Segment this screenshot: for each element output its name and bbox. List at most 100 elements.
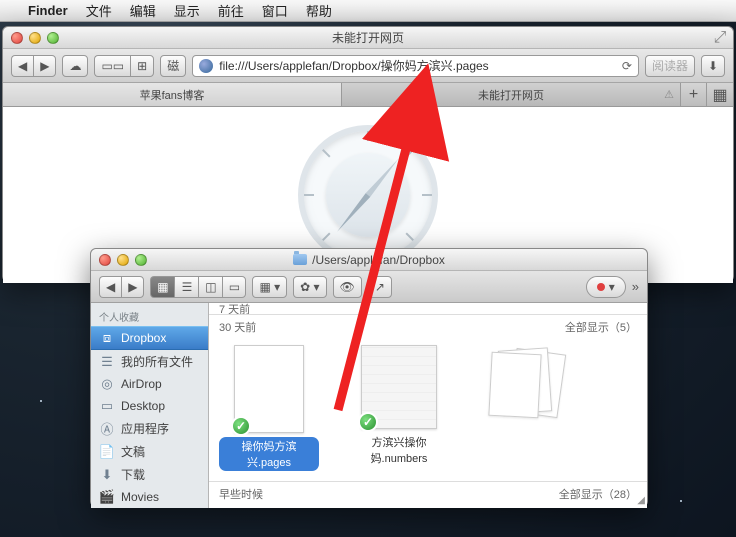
sidebar-item-movies[interactable]: 🎬 Movies [91, 486, 208, 508]
tag-button[interactable]: ▾ [586, 276, 625, 298]
sidebar-item-desktop[interactable]: ▭ Desktop [91, 395, 208, 417]
sidebar-item-label: 我的所有文件 [121, 353, 193, 370]
url-text: file:///Users/applefan/Dropbox/操你妈方滨兴.pa… [219, 57, 488, 74]
sidebar-item-label: Dropbox [121, 331, 166, 345]
section-label: 早些时候 [219, 486, 263, 502]
safari-toolbar: ◀ ▶ ☁ ▭▭ ⊞ 磁 file:///Users/applefan/Drop… [3, 49, 733, 83]
stack-icon [486, 345, 562, 429]
movies-icon: 🎬 [99, 489, 115, 505]
tab-label: 未能打开网页 [478, 87, 544, 103]
tab-2[interactable]: 未能打开网页 ⚠ [342, 83, 681, 106]
desktop-icon: ▭ [99, 398, 115, 414]
back-button[interactable]: ◀ [11, 55, 33, 77]
toolbar-overflow-icon[interactable]: » [632, 279, 639, 294]
sidebar-item-documents[interactable]: 📄 文稿 [91, 440, 208, 463]
file-pane[interactable]: 7 天前 30 天前 全部显示（5） ✓ 操你妈方滨兴.pages [209, 303, 647, 508]
finder-window-title: /Users/applefan/Dropbox [99, 253, 639, 267]
folder-icon [293, 254, 307, 265]
finder-sidebar: 个人收藏 ⧈ Dropbox ☰ 我的所有文件 ◎ AirDrop ▭ Desk… [91, 303, 209, 508]
sidebar-item-label: Movies [121, 490, 159, 504]
synced-badge-icon: ✓ [358, 412, 378, 432]
zoom-button[interactable] [47, 32, 59, 44]
reader-button[interactable]: 阅读器 [645, 55, 695, 77]
tab-bar: 苹果fans博客 未能打开网页 ⚠ + ▦ [3, 83, 733, 107]
finder-toolbar: ◀ ▶ ▦ ☰ ◫ ▭ ▦ ▾ ✿ ▾ 👁 ↗ ▾ » [91, 271, 647, 303]
finder-body: 个人收藏 ⧈ Dropbox ☰ 我的所有文件 ◎ AirDrop ▭ Desk… [91, 303, 647, 508]
finder-path: /Users/applefan/Dropbox [312, 253, 445, 267]
sidebar-item-label: 文稿 [121, 443, 145, 460]
menu-file[interactable]: 文件 [86, 1, 112, 20]
downloads-icon: ⬇ [99, 467, 115, 483]
share-button[interactable]: ↗ [368, 276, 392, 298]
menu-window[interactable]: 窗口 [262, 1, 288, 20]
close-button[interactable] [11, 32, 23, 44]
finder-nav-group: ◀ ▶ [99, 276, 144, 298]
column-view-button[interactable]: ◫ [198, 276, 222, 298]
sidebar-item-label: Desktop [121, 399, 165, 413]
downloads-button[interactable]: ⬇ [701, 55, 725, 77]
menu-help[interactable]: 帮助 [306, 1, 332, 20]
action-button[interactable]: ✿ ▾ [293, 276, 326, 298]
menu-view[interactable]: 显示 [174, 1, 200, 20]
arrange-button[interactable]: ▦ ▾ [252, 276, 287, 298]
quicklook-button[interactable]: 👁 [333, 276, 362, 298]
forward-button[interactable]: ▶ [33, 55, 56, 77]
dropbox-icon: ⧈ [99, 330, 115, 346]
tab-label: 苹果fans博客 [140, 87, 205, 103]
close-button[interactable] [99, 254, 111, 266]
new-tab-button[interactable]: + [681, 83, 707, 106]
minimize-button[interactable] [117, 254, 129, 266]
zoom-button[interactable] [135, 254, 147, 266]
safari-window: 未能打开网页 ⤢ ◀ ▶ ☁ ▭▭ ⊞ 磁 file:///Users/appl… [2, 26, 734, 282]
app-name[interactable]: Finder [28, 3, 68, 18]
icon-view-button[interactable]: ▦ [150, 276, 174, 298]
sidebar-item-label: 应用程序 [121, 420, 169, 437]
pages-thumbnail-icon: ✓ [234, 345, 304, 433]
allfiles-icon: ☰ [99, 354, 115, 370]
view-mode-group: ▦ ☰ ◫ ▭ [150, 276, 246, 298]
sidebar-item-airdrop[interactable]: ◎ AirDrop [91, 373, 208, 395]
menu-edit[interactable]: 编辑 [130, 1, 156, 20]
minimize-button[interactable] [29, 32, 41, 44]
section-label: 30 天前 [219, 319, 256, 335]
show-all-link[interactable]: 全部显示（28） [559, 486, 637, 502]
resize-handle-icon[interactable]: ◢ [637, 495, 645, 506]
sidebar-item-allfiles[interactable]: ☰ 我的所有文件 [91, 350, 208, 373]
airdrop-icon: ◎ [99, 376, 115, 392]
refresh-icon[interactable]: ⟳ [622, 59, 632, 73]
address-bar[interactable]: file:///Users/applefan/Dropbox/操你妈方滨兴.pa… [192, 55, 639, 77]
list-view-button[interactable]: ☰ [174, 276, 198, 298]
bookmark-group: ▭▭ ⊞ [94, 55, 154, 77]
safari-compass-icon [298, 125, 438, 265]
bookmark-bar-icon[interactable]: ▭▭ [94, 55, 130, 77]
safari-window-title: 未能打开网页 [11, 29, 725, 46]
show-all-link[interactable]: 全部显示（5） [565, 319, 637, 335]
tab-overview-icon[interactable]: ▦ [707, 83, 733, 106]
icloud-button[interactable]: ☁ [62, 55, 88, 77]
topsites-icon[interactable]: ⊞ [130, 55, 154, 77]
sidebar-item-label: AirDrop [121, 377, 162, 391]
safari-titlebar[interactable]: 未能打开网页 ⤢ [3, 27, 733, 49]
finder-titlebar[interactable]: /Users/applefan/Dropbox [91, 249, 647, 271]
file-stack[interactable] [479, 345, 569, 471]
finder-forward-button[interactable]: ▶ [121, 276, 144, 298]
menu-go[interactable]: 前往 [218, 1, 244, 20]
fullscreen-icon[interactable]: ⤢ [713, 31, 727, 45]
file-item[interactable]: ✓ 操你妈方滨兴.pages [219, 345, 319, 471]
menubar: Finder 文件 编辑 显示 前往 窗口 帮助 [0, 0, 736, 22]
coverflow-view-button[interactable]: ▭ [222, 276, 246, 298]
finder-window: /Users/applefan/Dropbox ◀ ▶ ▦ ☰ ◫ ▭ ▦ ▾ … [90, 248, 648, 507]
bookmark-button[interactable]: 磁 [160, 55, 186, 77]
numbers-thumbnail-icon: ✓ [361, 345, 437, 429]
finder-back-button[interactable]: ◀ [99, 276, 121, 298]
sidebar-item-apps[interactable]: Ⓐ 应用程序 [91, 417, 208, 440]
file-item[interactable]: ✓ 方滨兴操你妈.numbers [349, 345, 449, 471]
synced-badge-icon: ✓ [231, 416, 251, 436]
sidebar-item-label: 下载 [121, 466, 145, 483]
sidebar-item-dropbox[interactable]: ⧈ Dropbox [91, 326, 208, 350]
documents-icon: 📄 [99, 444, 115, 460]
tab-1[interactable]: 苹果fans博客 [3, 83, 342, 106]
sidebar-item-downloads[interactable]: ⬇ 下载 [91, 463, 208, 486]
section-label: 7 天前 [219, 303, 250, 315]
file-label: 操你妈方滨兴.pages [219, 437, 319, 471]
